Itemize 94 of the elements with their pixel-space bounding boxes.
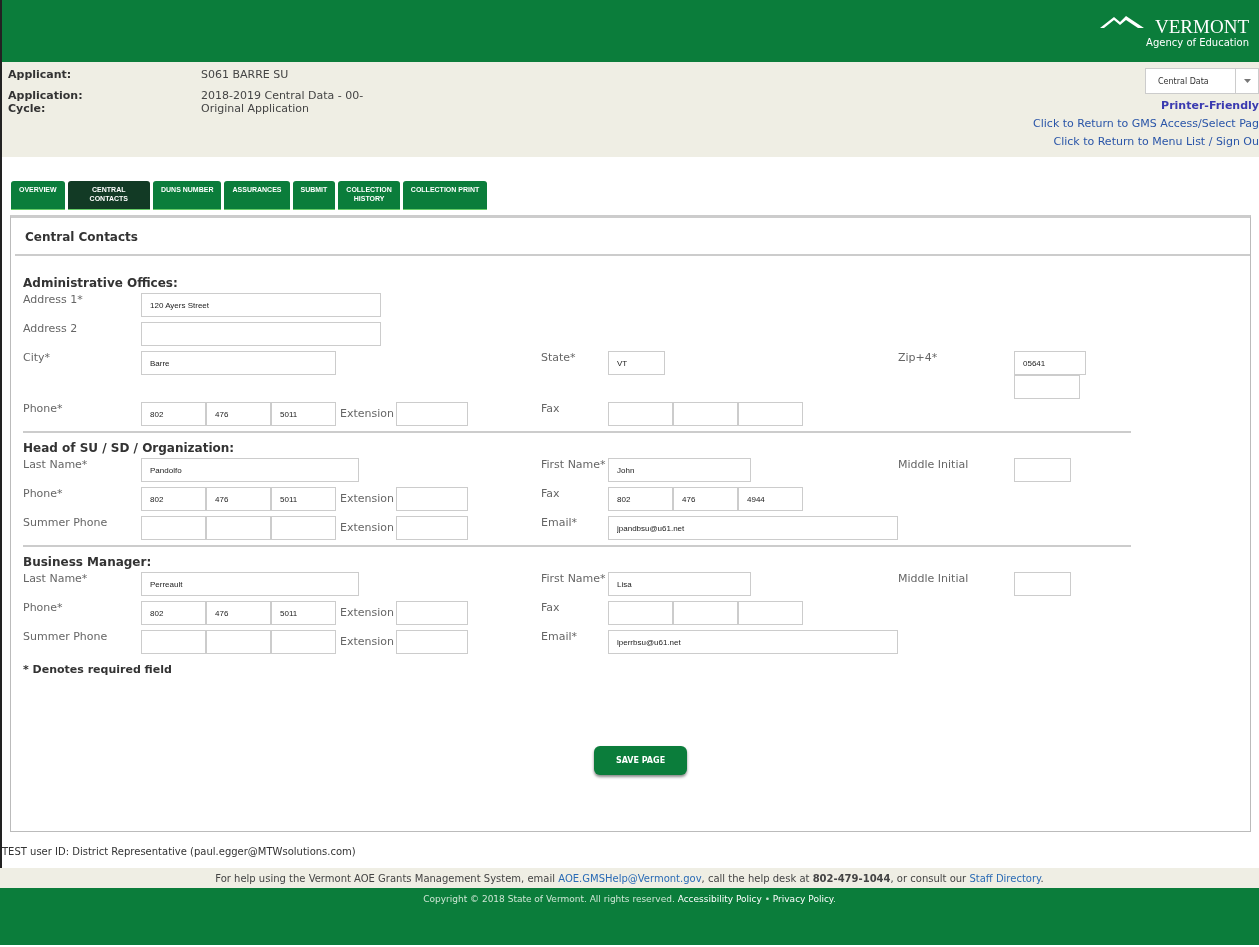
field-label: Fax	[541, 487, 561, 500]
phone-part-field[interactable]	[206, 516, 271, 540]
last-name-field[interactable]: Pandolfo	[141, 458, 359, 482]
help-link[interactable]: AOE.GMSHelp@Vermont.gov	[558, 872, 702, 884]
section-title: Business Manager:	[23, 555, 153, 569]
phone-part-field[interactable]	[738, 402, 803, 426]
phone-part-field[interactable]	[608, 402, 673, 426]
info-label: Application: Cycle:	[8, 89, 84, 115]
extension-field[interactable]	[396, 601, 468, 625]
field-label: Address 1*	[23, 293, 84, 306]
field-label: Last Name*	[23, 572, 89, 585]
phone-part-field[interactable]	[141, 630, 206, 654]
phone-part-field[interactable]: 476	[206, 601, 271, 625]
field-label: Middle Initial	[898, 458, 970, 471]
header-link[interactable]: Click to Return to GMS Access/Select Pag	[1033, 117, 1259, 130]
zip-field[interactable]: 05641	[1014, 351, 1086, 375]
initial-field[interactable]	[1014, 458, 1071, 482]
mountain-icon	[1100, 14, 1145, 28]
initial-field[interactable]	[1014, 572, 1071, 596]
field-label: Phone*	[23, 402, 64, 415]
field-label: Middle Initial	[898, 572, 970, 585]
logo-subtitle: Agency of Education	[1146, 37, 1249, 48]
field-label: State*	[541, 351, 577, 364]
field-label: Email*	[541, 516, 579, 529]
state-field[interactable]: VT	[608, 351, 665, 375]
field-label: Phone*	[23, 601, 64, 614]
field-label: Extension	[339, 634, 395, 650]
phone-part-field[interactable]	[738, 601, 803, 625]
field-label: Extension	[339, 406, 395, 422]
phone-part-field[interactable]	[141, 516, 206, 540]
last-name-field[interactable]: Perreault	[141, 572, 359, 596]
extension-field[interactable]	[396, 516, 468, 540]
phone-part-field[interactable]: 802	[141, 601, 206, 625]
field-label: First Name*	[541, 458, 607, 471]
field-label: First Name*	[541, 572, 607, 585]
phone-part-field[interactable]	[608, 601, 673, 625]
address-field[interactable]	[141, 322, 381, 346]
city-field[interactable]: Barre	[141, 351, 336, 375]
field-label: Zip+4*	[898, 351, 939, 364]
phone-part-field[interactable]: 5011	[271, 402, 336, 426]
policy-link[interactable]: Privacy Policy	[772, 894, 833, 904]
header-link[interactable]: Printer-Friendly	[1161, 99, 1259, 112]
phone-part-field[interactable]: 476	[673, 487, 738, 511]
email-field[interactable]: jpandbsu@u61.net	[608, 516, 898, 540]
phone-part-field[interactable]	[673, 601, 738, 625]
extension-field[interactable]	[396, 402, 468, 426]
extension-field[interactable]	[396, 630, 468, 654]
help-text: For help using the Vermont AOE Grants Management System, email AOE.GMSHelp@Vermont.gov, call the help desk at 802-479-1044, or consult our Staff Directory.	[215, 872, 1044, 884]
field-label: Email*	[541, 630, 579, 643]
field-label: Extension	[339, 520, 395, 536]
phone-part-field[interactable]: 5011	[271, 487, 336, 511]
info-value: 2018-2019 Central Data - 00- Original Application	[201, 89, 365, 115]
page-title: Central Contacts	[15, 218, 1250, 256]
phone-part-field[interactable]	[271, 630, 336, 654]
extension-field[interactable]	[396, 487, 468, 511]
field-label: Last Name*	[23, 458, 89, 471]
field-label: Extension	[339, 605, 395, 621]
field-label: Fax	[541, 402, 561, 415]
phone-part-field[interactable]: 476	[206, 402, 271, 426]
first-name-field[interactable]: John	[608, 458, 751, 482]
phone-part-field[interactable]: 476	[206, 487, 271, 511]
field-label: Summer Phone	[23, 516, 109, 529]
copyright-text: Copyright © 2018 State of Vermont. All rights reserved. Accessibility Policy • Privacy Policy.	[423, 894, 836, 906]
caret-icon	[1243, 79, 1251, 83]
section-title: Administrative Offices:	[23, 276, 179, 290]
phone-part-field[interactable]: 5011	[271, 601, 336, 625]
help-link[interactable]: Staff Directory	[969, 872, 1041, 884]
zip-plus-four-field[interactable]	[1014, 375, 1080, 399]
logo-title: VERMONT	[1155, 17, 1249, 37]
field-label: Summer Phone	[23, 630, 109, 643]
phone-part-field[interactable]: 802	[141, 487, 206, 511]
info-value: S061 BARRE SU	[201, 68, 290, 81]
phone-part-field[interactable]	[271, 516, 336, 540]
required-note: * Denotes required field	[23, 663, 173, 676]
section-title: Head of SU / SD / Organization:	[23, 441, 236, 455]
field-label: Fax	[541, 601, 561, 614]
field-label: Address 2	[23, 322, 79, 335]
field-label: Phone*	[23, 487, 64, 500]
header-link[interactable]: Click to Return to Menu List / Sign Ou	[1053, 135, 1259, 148]
phone-part-field[interactable]	[673, 402, 738, 426]
policy-link[interactable]: Accessibility Policy	[677, 894, 762, 904]
save-button[interactable]: SAVE PAGE	[593, 746, 688, 775]
info-label: Applicant:	[8, 68, 73, 81]
field-label: Extension	[339, 491, 395, 507]
first-name-field[interactable]: Lisa	[608, 572, 751, 596]
phone-part-field[interactable]: 802	[608, 487, 673, 511]
phone-part-field[interactable]	[206, 630, 271, 654]
phone-part-field[interactable]: 802	[141, 402, 206, 426]
field-label: City*	[23, 351, 52, 364]
address-field[interactable]: 120 Ayers Street	[141, 293, 381, 317]
user-id-text: TEST user ID: District Representative (paul.egger@MTWsolutions.com)	[2, 845, 357, 857]
email-field[interactable]: lperrbsu@u61.net	[608, 630, 898, 654]
program-select[interactable]: Central Data	[1145, 68, 1259, 94]
phone-part-field[interactable]: 4944	[738, 487, 803, 511]
